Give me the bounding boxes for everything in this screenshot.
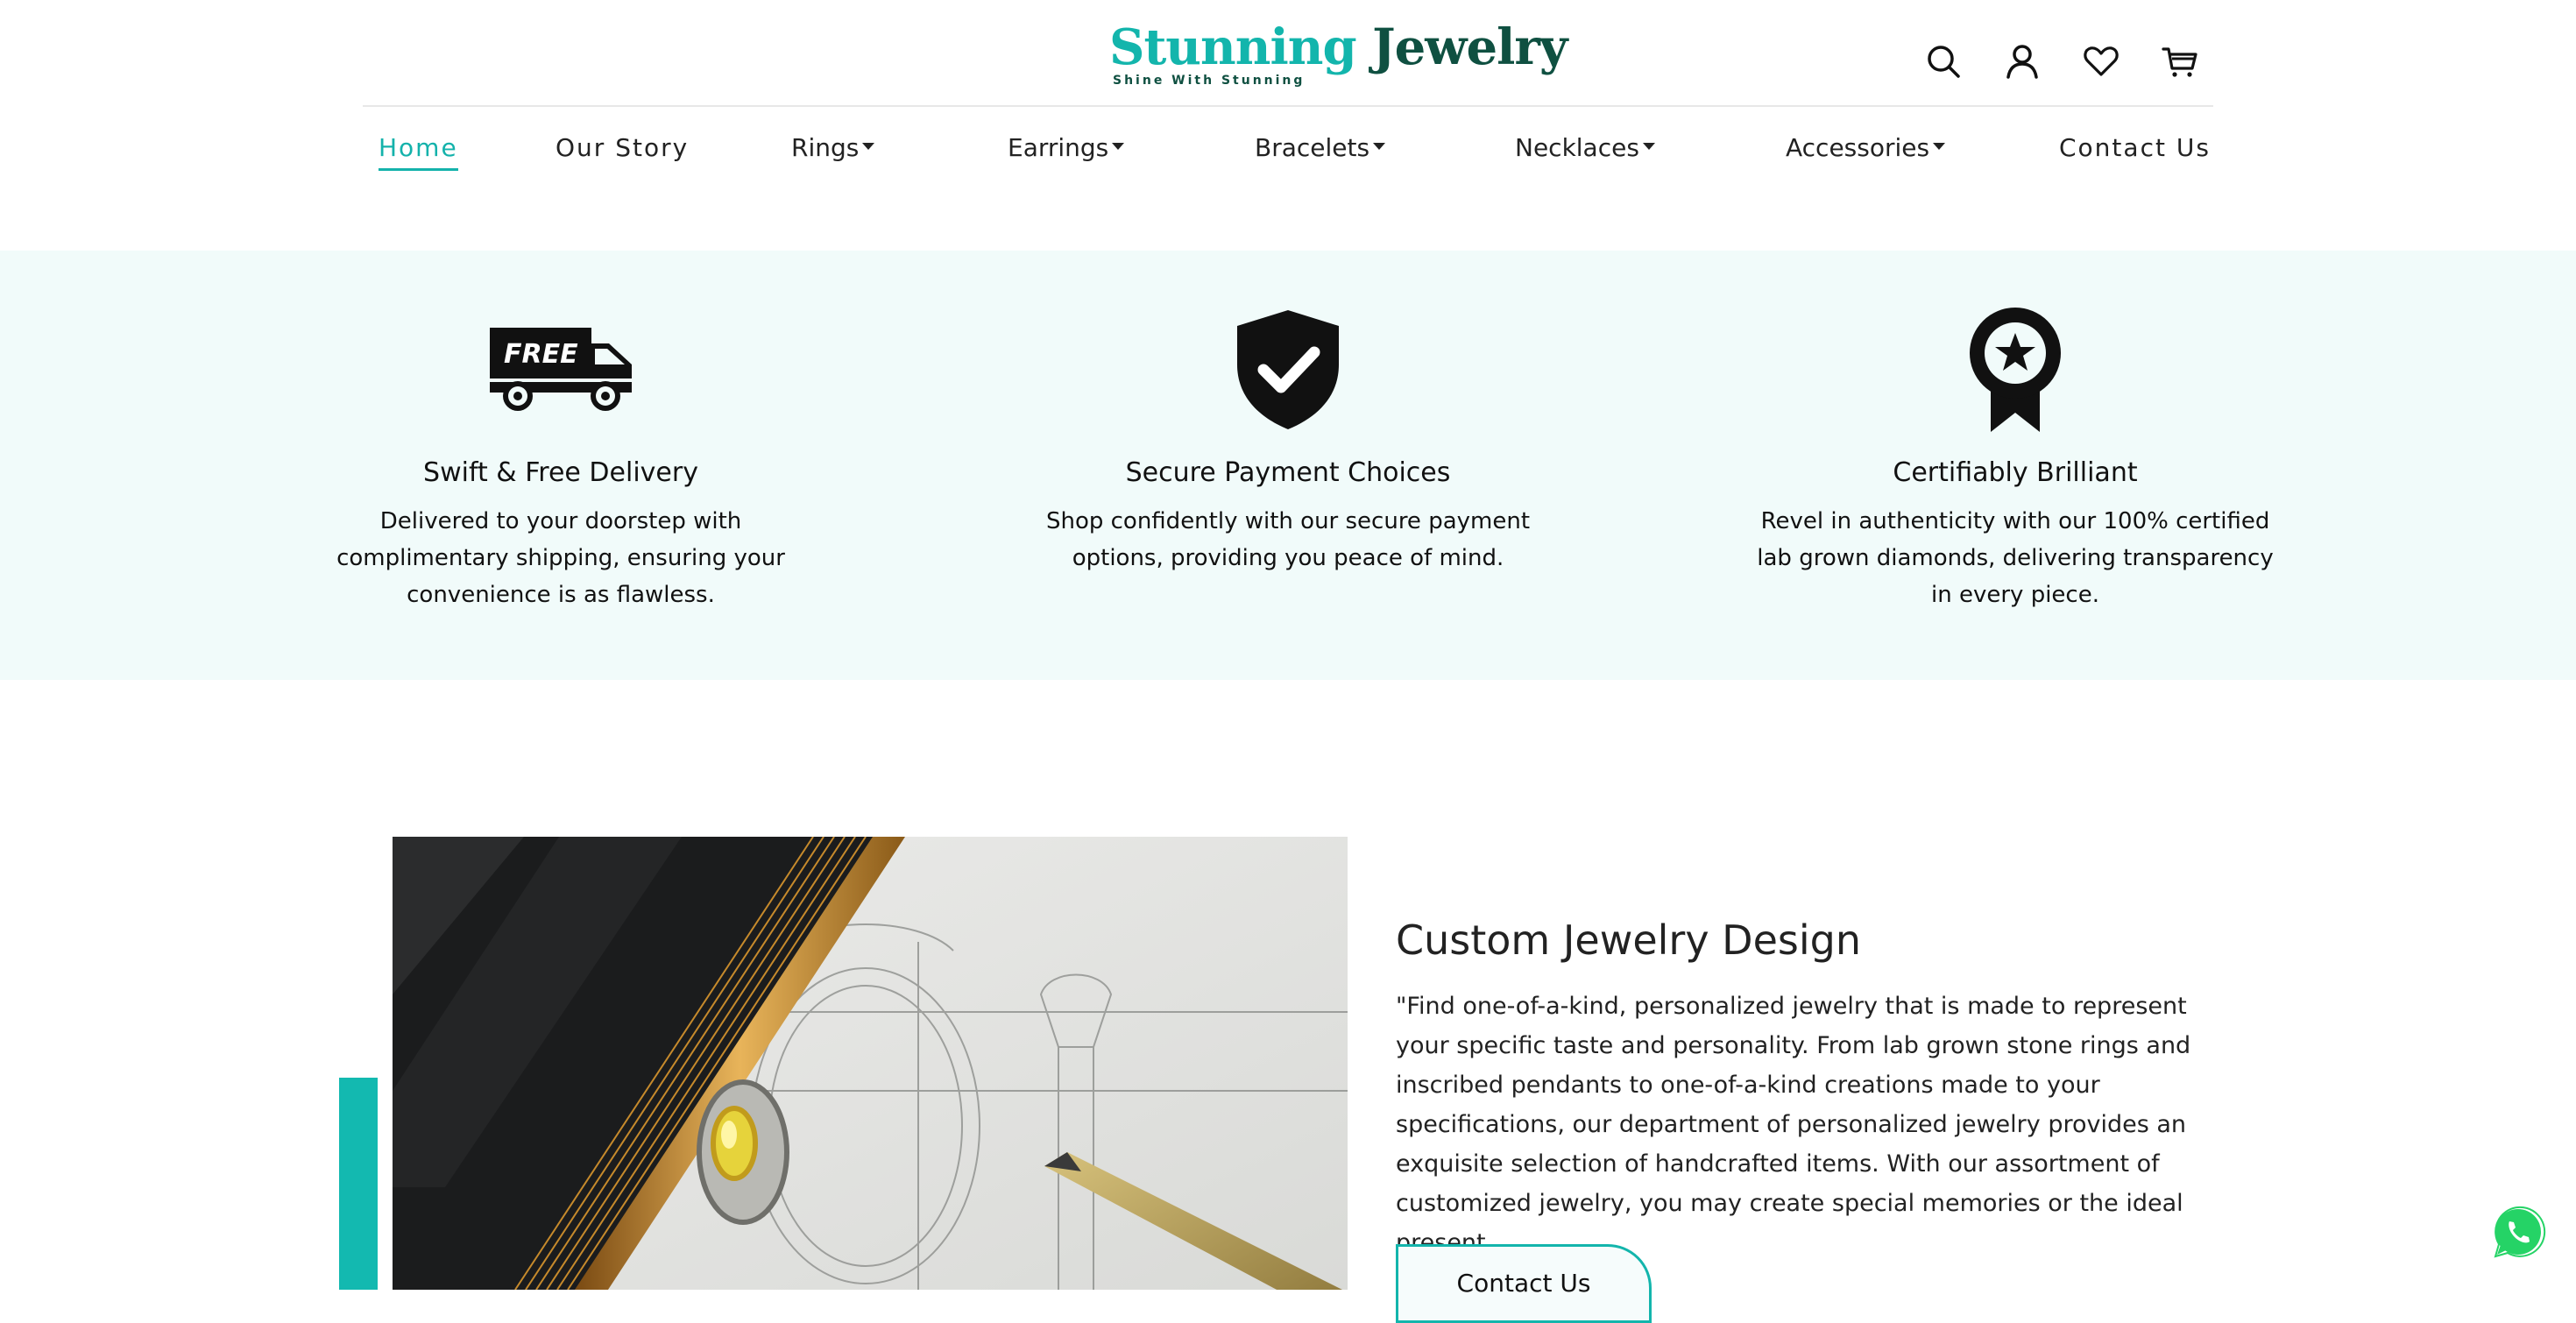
feature-text: Revel in authenticity with our 100% cert… <box>1757 508 2274 608</box>
heart-icon[interactable] <box>2082 42 2120 81</box>
brand-name: Stunning Jewelry <box>1109 23 1568 72</box>
nav-item-earrings[interactable]: Earrings <box>1008 133 1125 177</box>
nav-item-label: Rings <box>791 133 860 162</box>
feature-title: Secure Payment Choices <box>1125 457 1451 488</box>
nav-item-home[interactable]: Home <box>379 133 458 177</box>
nav-item-label: Home <box>379 133 458 162</box>
feature-secure-payment: Secure Payment Choices Shop confidently … <box>1025 251 1551 680</box>
brand-name-part1: Stunning <box>1109 18 1357 76</box>
feature-text: Delivered to your doorstep with complime… <box>336 508 785 608</box>
ring-sketch-with-pencil-image <box>393 837 1348 1290</box>
nav-item-label: Bracelets <box>1255 133 1370 162</box>
section-text: "Find one-of-a-kind, personalized jewelr… <box>1396 993 2191 1256</box>
feature-text: Shop confidently with our secure payment… <box>1045 508 1531 571</box>
nav-item-label: Our Story <box>556 133 690 162</box>
contact-us-button[interactable]: Contact Us <box>1396 1244 1652 1323</box>
user-icon[interactable] <box>2003 42 2042 81</box>
chevron-down-icon <box>1373 143 1386 150</box>
cart-icon[interactable] <box>2161 42 2199 81</box>
chevron-down-icon <box>1642 143 1655 150</box>
nav-item-bracelets[interactable]: Bracelets <box>1255 133 1386 177</box>
award-ribbon-icon <box>1752 300 2278 440</box>
features-band: FREE Swift & Free Delivery Delivered to … <box>0 251 2576 680</box>
nav-item-label: Earrings <box>1008 133 1109 162</box>
accent-bar <box>339 1078 378 1290</box>
feature-certified: Certifiably Brilliant Revel in authentic… <box>1752 251 2278 680</box>
chevron-down-icon <box>862 143 875 150</box>
chevron-down-icon <box>1112 143 1125 150</box>
section-title: Custom Jewelry Design <box>1396 916 1861 964</box>
whatsapp-icon[interactable] <box>2488 1204 2546 1262</box>
free-delivery-truck-icon: FREE <box>298 300 824 440</box>
brand-name-part2: Jewelry <box>1372 18 1568 76</box>
nav-item-necklaces[interactable]: Necklaces <box>1515 133 1655 177</box>
nav-item-our-story[interactable]: Our Story <box>556 133 689 177</box>
nav-item-contact-us[interactable]: Contact Us <box>2059 133 2211 177</box>
truck-free-text: FREE <box>504 339 578 370</box>
nav-item-rings[interactable]: Rings <box>791 133 875 177</box>
site-header: Stunning Jewelry Shine With Stunning <box>0 0 2576 107</box>
feature-free-delivery: FREE Swift & Free Delivery Delivered to … <box>298 251 824 680</box>
chevron-down-icon <box>1933 143 1946 150</box>
nav-item-label: Necklaces <box>1515 133 1639 162</box>
nav-item-label: Accessories <box>1786 133 1930 162</box>
nav-item-label: Contact Us <box>2059 133 2211 162</box>
search-icon[interactable] <box>1924 42 1963 81</box>
feature-title: Certifiably Brilliant <box>1893 457 2138 488</box>
shield-check-icon <box>1025 300 1551 440</box>
nav-item-accessories[interactable]: Accessories <box>1786 133 1946 177</box>
feature-title: Swift & Free Delivery <box>423 457 698 488</box>
brand-tagline: Shine With Stunning <box>1113 74 1306 88</box>
brand-logo[interactable]: Stunning Jewelry Shine With Stunning <box>1109 23 1568 93</box>
main-nav: Home Our Story Rings Earrings Bracelets … <box>0 107 2576 186</box>
